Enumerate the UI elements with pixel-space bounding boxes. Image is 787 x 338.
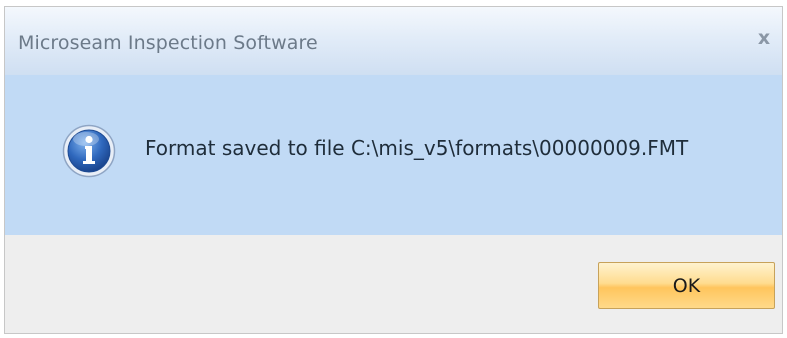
message-area: Format saved to file C:\mis_v5\formats\0… [5,75,782,235]
window-title: Microseam Inspection Software [18,32,318,54]
close-icon[interactable]: x [753,25,775,51]
message-dialog: Microseam Inspection Software x Format s… [4,6,783,334]
info-icon [62,124,116,178]
ok-button[interactable]: OK [598,262,775,309]
title-bar[interactable]: Microseam Inspection Software x [5,7,782,75]
button-bar: OK [5,235,782,333]
dialog-message: Format saved to file C:\mis_v5\formats\0… [145,136,689,160]
